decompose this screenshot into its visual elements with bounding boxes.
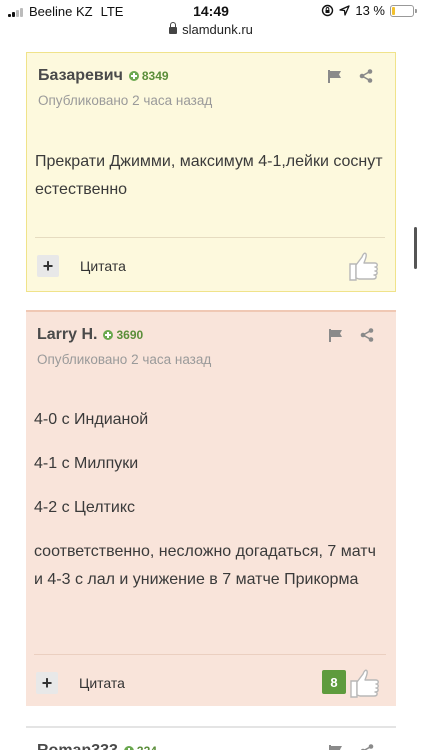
reputation-badge: 8349 [128, 69, 169, 83]
status-bar: Beeline KZ LTE 14:49 13 % [0, 0, 422, 22]
reputation-value: 3690 [116, 328, 144, 342]
forum-post: Larry H. 3690 Опубликовано 2 часа назад … [26, 310, 396, 706]
plus-circle-icon [128, 71, 139, 81]
post-footer: + Цитата 8 [36, 668, 386, 700]
author-name[interactable]: Базаревич [38, 67, 123, 85]
location-arrow-icon [339, 5, 351, 16]
battery-fill [392, 6, 395, 15]
post-actions [329, 744, 374, 750]
reputation-value: 324 [137, 744, 157, 750]
plus-circle-icon [123, 746, 134, 750]
share-icon[interactable] [360, 744, 374, 750]
orientation-lock-icon [322, 4, 334, 17]
post-author-row: Базаревич 8349 [38, 67, 169, 85]
author-name[interactable]: Larry H. [37, 326, 97, 344]
post-divider [35, 237, 385, 238]
lock-icon [169, 22, 178, 34]
forum-post: Roman333 324 [26, 726, 396, 750]
post-actions [329, 328, 374, 342]
post-body: 4-0 с Индианой 4-1 с Милпуки 4-2 с Целти… [34, 406, 384, 610]
plus-circle-icon [103, 330, 114, 340]
post-paragraph: 4-0 с Индианой [34, 411, 149, 428]
status-right: 13 % [321, 3, 417, 18]
post-body: Прекрати Джимми, максимум 4-1,лейки сосн… [35, 148, 383, 220]
forum-page[interactable]: Базаревич 8349 Опубликовано 2 часа назад… [0, 44, 422, 750]
forum-post: Базаревич 8349 Опубликовано 2 часа назад… [26, 52, 396, 292]
author-name[interactable]: Roman333 [37, 742, 118, 750]
like-count-badge: 8 [322, 670, 346, 694]
post-paragraph: Прекрати Джимми, максимум 4-1,лейки сосн… [35, 153, 383, 198]
share-icon[interactable] [359, 69, 373, 83]
flag-icon[interactable] [329, 328, 343, 342]
flag-icon[interactable] [329, 744, 343, 750]
reputation-value: 8349 [141, 69, 169, 83]
post-paragraph: 4-2 с Целтикс [34, 499, 135, 516]
post-author-row: Larry H. 3690 [37, 326, 143, 344]
quote-button[interactable]: Цитата [79, 675, 125, 691]
address-bar[interactable]: slamdunk.ru [0, 22, 422, 44]
reputation-badge: 324 [123, 744, 157, 750]
flag-icon[interactable] [328, 69, 342, 83]
multi-quote-button[interactable]: + [36, 672, 58, 694]
post-actions [328, 69, 373, 83]
post-paragraph: 4-1 с Милпуки [34, 455, 139, 472]
published-time: Опубликовано 2 часа назад [37, 352, 212, 367]
published-time: Опубликовано 2 часа назад [38, 93, 213, 108]
battery-icon [390, 4, 417, 17]
post-author-row: Roman333 324 [37, 742, 157, 750]
quote-button[interactable]: Цитата [80, 258, 126, 274]
post-footer: + Цитата [37, 251, 385, 283]
post-paragraph: соответственно, несложно догадаться, 7 м… [34, 543, 376, 588]
thumbs-up-icon[interactable] [347, 249, 381, 283]
scrollbar[interactable] [414, 227, 417, 269]
multi-quote-button[interactable]: + [37, 255, 59, 277]
battery-percentage: 13 % [355, 3, 385, 18]
thumbs-up-icon[interactable] [348, 666, 382, 700]
post-divider [34, 654, 386, 655]
reputation-badge: 3690 [103, 328, 143, 342]
url-text: slamdunk.ru [182, 22, 253, 37]
share-icon[interactable] [360, 328, 374, 342]
